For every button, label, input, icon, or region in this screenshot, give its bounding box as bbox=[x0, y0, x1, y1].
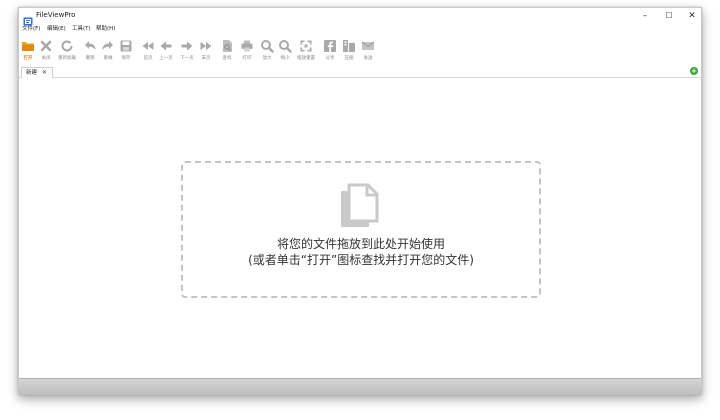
tab-new[interactable]: 新建 ✕ bbox=[21, 67, 53, 78]
toolbar-label-redo[interactable]: 重做 bbox=[104, 55, 113, 62]
minimize-button[interactable]: – bbox=[636, 9, 654, 23]
zoom-reset-icon[interactable] bbox=[299, 39, 313, 53]
toolbar-label-next-page[interactable]: 下一页 bbox=[180, 55, 194, 62]
compress-icon[interactable] bbox=[342, 39, 356, 53]
undo-icon[interactable] bbox=[83, 39, 97, 53]
tab-bar: 新建 ✕ + bbox=[19, 66, 701, 78]
tab-close-icon[interactable]: ✕ bbox=[42, 68, 47, 78]
close-icon[interactable] bbox=[39, 39, 53, 53]
toolbar-label-close[interactable]: 关闭 bbox=[42, 55, 51, 62]
drop-instruction: 将您的文件拖放到此处开始使用 bbox=[276, 237, 445, 251]
zoom-in-icon[interactable] bbox=[260, 39, 274, 53]
drop-zone[interactable]: 将您的文件拖放到此处开始使用 (或者单击“打开”图标查找并打开您的文件) bbox=[181, 161, 541, 298]
app-window: FileViewPro – ☐ ✕ 文件(F) 编辑(E) 工具(T) 帮助(H… bbox=[18, 7, 702, 395]
maximize-button[interactable]: ☐ bbox=[660, 9, 678, 23]
save-icon[interactable] bbox=[119, 39, 133, 53]
open-folder-icon[interactable] bbox=[21, 39, 35, 53]
add-tab-icon[interactable]: + bbox=[690, 67, 698, 75]
status-bar bbox=[19, 378, 701, 395]
toolbar-label-first-page[interactable]: 首页 bbox=[144, 55, 153, 62]
reload-icon[interactable] bbox=[60, 39, 74, 53]
tab-label[interactable]: 新建 bbox=[26, 68, 37, 78]
toolbar: 打开 关闭 重新加载 撤销 重做 保存 首页 上一页 下一页 末页 查找 打印 … bbox=[19, 36, 701, 68]
toolbar-label-undo[interactable]: 撤销 bbox=[86, 55, 95, 62]
app-logo-icon bbox=[23, 11, 33, 26]
print-icon[interactable] bbox=[240, 39, 254, 53]
next-page-icon[interactable] bbox=[180, 39, 194, 53]
menu-help[interactable]: 帮助(H) bbox=[96, 24, 115, 35]
window-title: FileViewPro bbox=[36, 11, 76, 19]
toolbar-label-compress[interactable]: 压缩 bbox=[345, 55, 354, 62]
toolbar-label-zoom-in[interactable]: 放大 bbox=[263, 55, 272, 62]
facebook-icon[interactable] bbox=[323, 39, 337, 53]
title-bar: FileViewPro – ☐ ✕ bbox=[19, 8, 701, 26]
find-icon[interactable] bbox=[220, 39, 234, 53]
email-icon[interactable] bbox=[361, 39, 375, 53]
previous-page-icon[interactable] bbox=[159, 39, 173, 53]
zoom-out-icon[interactable] bbox=[278, 39, 292, 53]
redo-icon[interactable] bbox=[101, 39, 115, 53]
toolbar-label-reload[interactable]: 重新加载 bbox=[58, 55, 76, 62]
document-area: 将您的文件拖放到此处开始使用 (或者单击“打开”图标查找并打开您的文件) bbox=[19, 78, 701, 378]
toolbar-label-print[interactable]: 打印 bbox=[243, 55, 252, 62]
menu-edit[interactable]: 编辑(E) bbox=[47, 24, 66, 35]
toolbar-label-last-page[interactable]: 末页 bbox=[202, 55, 211, 62]
toolbar-label-zoom-out[interactable]: 缩小 bbox=[281, 55, 290, 62]
toolbar-label-open[interactable]: 打开 bbox=[24, 55, 33, 62]
toolbar-label-zoom-reset[interactable]: 缩放重置 bbox=[297, 55, 315, 62]
toolbar-label-save[interactable]: 保存 bbox=[122, 55, 131, 62]
menu-bar: 文件(F) 编辑(E) 工具(T) 帮助(H) bbox=[19, 24, 701, 35]
close-window-button[interactable]: ✕ bbox=[683, 9, 701, 23]
drop-hint: (或者单击“打开”图标查找并打开您的文件) bbox=[248, 253, 474, 267]
toolbar-label-email[interactable]: 发送 bbox=[364, 55, 373, 62]
first-page-icon[interactable] bbox=[141, 39, 155, 53]
toolbar-label-previous-page[interactable]: 上一页 bbox=[159, 55, 173, 62]
menu-file[interactable]: 文件(F) bbox=[22, 24, 40, 35]
document-icon bbox=[337, 183, 383, 229]
menu-tools[interactable]: 工具(T) bbox=[72, 24, 91, 35]
toolbar-label-find[interactable]: 查找 bbox=[223, 55, 232, 62]
last-page-icon[interactable] bbox=[199, 39, 213, 53]
toolbar-label-share[interactable]: 分享 bbox=[326, 55, 335, 62]
